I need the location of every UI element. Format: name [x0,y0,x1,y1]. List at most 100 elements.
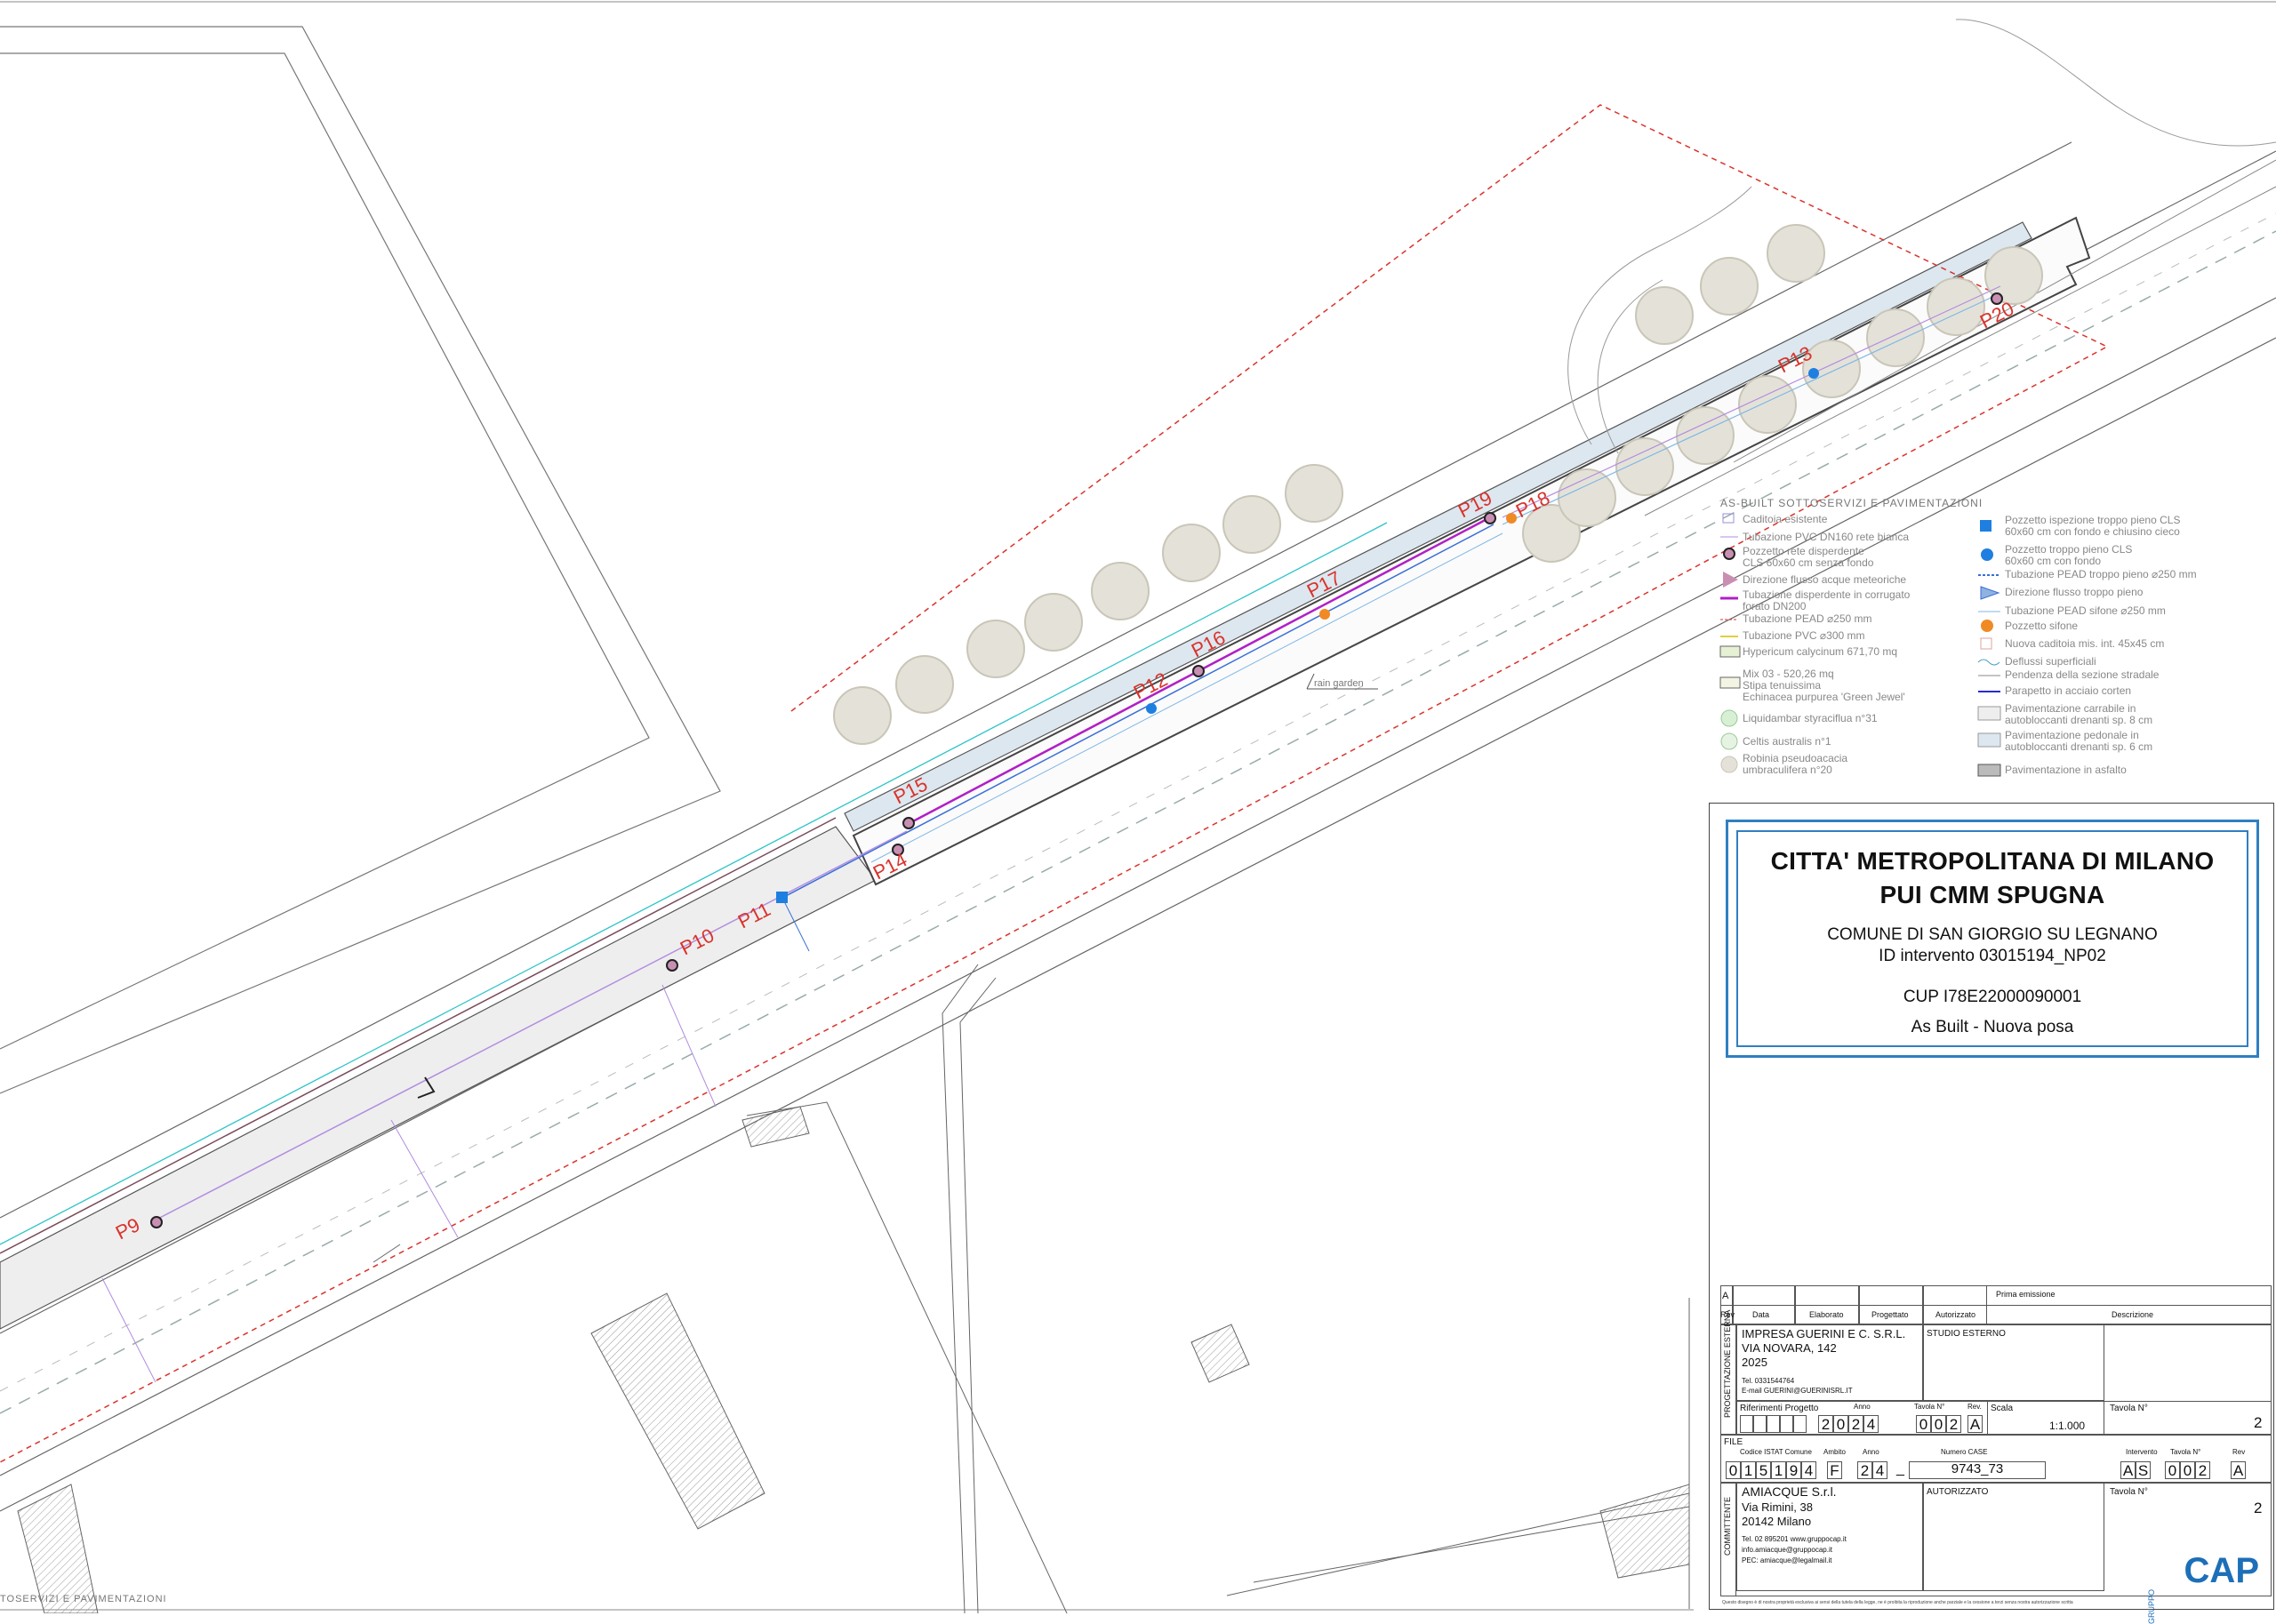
pavement-asphalt [0,826,877,1330]
prima-emissione: Prima emissione [1996,1290,2056,1299]
title-as-built: As Built - Nuova posa [1911,1018,2074,1036]
intervento-digit-1: S [2136,1461,2151,1479]
title-cup: CUP I78E22000090001 [1903,988,2082,1006]
title-comune: COMUNE DI SAN GIORGIO SU LEGNANO [1827,925,2158,944]
amiacque-name: AMIACQUE S.r.l. [1742,1484,1837,1499]
svg-text:Echinacea purpurea 'Green Jewe: Echinacea purpurea 'Green Jewel' [1743,691,1905,703]
well-p19 [1484,512,1496,524]
svg-text:Tubazione PEAD sifone ⌀250 mm: Tubazione PEAD sifone ⌀250 mm [2005,604,2166,617]
istat-digit-4: 9 [1786,1461,1801,1479]
title-line2: PUI CMM SPUGNA [1879,881,2105,908]
title-block: CITTA' METROPOLITANA DI MILANO PUI CMM S… [1709,803,2274,1624]
well-p17 [1319,609,1330,620]
amiacque-city: 20142 Milano [1742,1515,1812,1528]
tavola3-label: Tavola N° [2110,1487,2148,1497]
tavola2-digit-1: 0 [2180,1461,2195,1479]
tavola2-label: Tavola N° [2170,1448,2201,1456]
rev-value: A [1967,1415,1983,1433]
tavola-label: Tavola N° [1914,1403,1945,1411]
svg-text:forato DN200: forato DN200 [1743,600,1807,612]
svg-text:Liquidambar styraciflua n°31: Liquidambar styraciflua n°31 [1743,712,1878,724]
tavola-digit-0: 0 [1916,1415,1931,1433]
amiacque-pec: PEC: amiacque@legalmail.it [1742,1556,1832,1564]
anno-digit-3: 4 [1863,1415,1879,1433]
legend-title: AS-BUILT SOTTOSERVIZI E PAVIMENTAZIONI [1720,497,1983,509]
svg-text:Direzione flusso troppo pieno: Direzione flusso troppo pieno [2005,586,2144,598]
svg-text:autobloccanti drenanti sp. 8 c: autobloccanti drenanti sp. 8 cm [2005,714,2152,726]
svg-text:60x60 cm con fondo: 60x60 cm con fondo [2005,555,2101,567]
svg-text:Stipa tenuissima: Stipa tenuissima [1743,679,1821,692]
svg-text:Tubazione disperdente in corru: Tubazione disperdente in corrugato [1743,588,1911,601]
prog-esterna-label: PROGETTAZIONE ESTERNA [1723,1309,1732,1418]
well-p15 [902,817,915,829]
studio-esterno: STUDIO ESTERNO [1927,1329,2006,1339]
istat-digit-0: 0 [1726,1461,1741,1479]
riferimenti-progetto: Riferimenti Progetto [1740,1404,1819,1413]
autorizzato-label: AUTORIZZATO [1927,1487,1989,1497]
intervento-digit-0: A [2120,1461,2136,1479]
svg-text:Pendenza della sezione stradal: Pendenza della sezione stradale [2005,668,2160,681]
revision-table: A Prima emissione Rev Data Elaborato Pro… [1720,1285,2272,1324]
title-line1: CITTA' METROPOLITANA DI MILANO [1770,847,2215,875]
tavola2-digit-0: 0 [2165,1461,2180,1479]
anno-digit-2: 2 [1848,1415,1863,1433]
tavola3-value: 2 [2254,1500,2263,1516]
impresa-name: IMPRESA GUERINI E C. S.R.L. [1742,1327,1906,1340]
legend: AS-BUILT SOTTOSERVIZI E PAVIMENTAZIONI C… [1719,497,2197,777]
svg-text:Mix 03 - 520,26 mq: Mix 03 - 520,26 mq [1743,668,1834,680]
istat-digit-3: 1 [1771,1461,1786,1479]
title-frame-inner: CITTA' METROPOLITANA DI MILANO PUI CMM S… [1736,830,2248,1047]
tavola2-digit-2: 2 [2195,1461,2210,1479]
title-id-intervento: ID intervento 03015194_NP02 [1879,947,2106,965]
pavement-pedestrian [844,221,2032,832]
rev2-value: A [2231,1461,2246,1479]
svg-text:Caditoia esistente: Caditoia esistente [1743,513,1828,525]
well-p12 [1146,703,1157,714]
codice-istat-label: Codice ISTAT Comune [1740,1448,1812,1456]
anno2-digit-1: 4 [1872,1461,1887,1479]
cap-logo: CAP [2184,1551,2259,1590]
building-outline-topleft [0,26,721,1094]
svg-text:Deflussi superficiali: Deflussi superficiali [2005,655,2096,668]
anno2-label: Anno [1863,1448,1879,1456]
svg-text:Pavimentazione in asfalto: Pavimentazione in asfalto [2005,764,2127,776]
anno-label: Anno [1854,1403,1871,1411]
col-data: Data [1752,1310,1770,1319]
cyan-boundary [0,522,1388,1245]
svg-text:Pozzetto rete disperdente: Pozzetto rete disperdente [1743,545,1864,557]
tavola-digit-1: 0 [1931,1415,1946,1433]
svg-text:Pozzetto troppo pieno CLS: Pozzetto troppo pieno CLS [2005,543,2132,556]
svg-text:umbraculifera n°20: umbraculifera n°20 [1743,764,1832,776]
ambito-value: F [1827,1461,1842,1479]
svg-text:Nuova caditoia mis. int. 45x45: Nuova caditoia mis. int. 45x45 cm [2005,637,2164,650]
well-p10 [666,959,678,972]
col-autorizzato: Autorizzato [1935,1310,1976,1319]
buildings-lower [17,964,1690,1613]
col-progettato: Progettato [1871,1310,1909,1319]
istat-digit-5: 4 [1801,1461,1816,1479]
svg-text:Celtis australis n°1: Celtis australis n°1 [1743,735,1831,748]
svg-text:Tubazione PEAD troppo pieno ⌀2: Tubazione PEAD troppo pieno ⌀250 mm [2005,568,2197,580]
svg-text:Direzione flusso acque meteori: Direzione flusso acque meteoriche [1743,573,1906,586]
svg-text:Robinia pseudoacacia: Robinia pseudoacacia [1743,752,1847,764]
tavola-digit-2: 2 [1946,1415,1961,1433]
well-p16 [1192,665,1205,677]
svg-text:Pavimentazione carrabile in: Pavimentazione carrabile in [2005,702,2136,715]
well-p13 [1808,368,1819,379]
bottom-left-legend-title: TOSERVIZI E PAVIMENTAZIONI [0,1594,167,1604]
legend-right-text: Pozzetto ispezione troppo pieno CLS 60x6… [2005,514,2197,776]
legend-left-text: Caditoia esistente Tubazione PVC DN160 r… [1743,513,1911,776]
istat-digit-2: 5 [1756,1461,1771,1479]
file-row: FILE Codice ISTAT Comune 0 1 5 1 9 4 Amb… [1720,1435,2272,1483]
ambito-label: Ambito [1823,1448,1846,1456]
svg-text:Tubazione PVC DN160 rete bianc: Tubazione PVC DN160 rete bianca [1743,531,1909,543]
tavola-n-value: 2 [2254,1414,2263,1431]
istat-digit-1: 1 [1741,1461,1756,1479]
legend-left-symbols [1719,513,1741,773]
svg-text:Pozzetto ispezione troppo pien: Pozzetto ispezione troppo pieno CLS [2005,514,2180,526]
rev2-label: Rev [2232,1448,2246,1456]
tavola-n-label: Tavola N° [2110,1404,2148,1413]
svg-text:autobloccanti drenanti sp. 6 c: autobloccanti drenanti sp. 6 cm [2005,740,2152,753]
anno-digit-0: 2 [1818,1415,1833,1433]
svg-text:60x60 cm con fondo e chiusino: 60x60 cm con fondo e chiusino cieco [2005,525,2180,538]
